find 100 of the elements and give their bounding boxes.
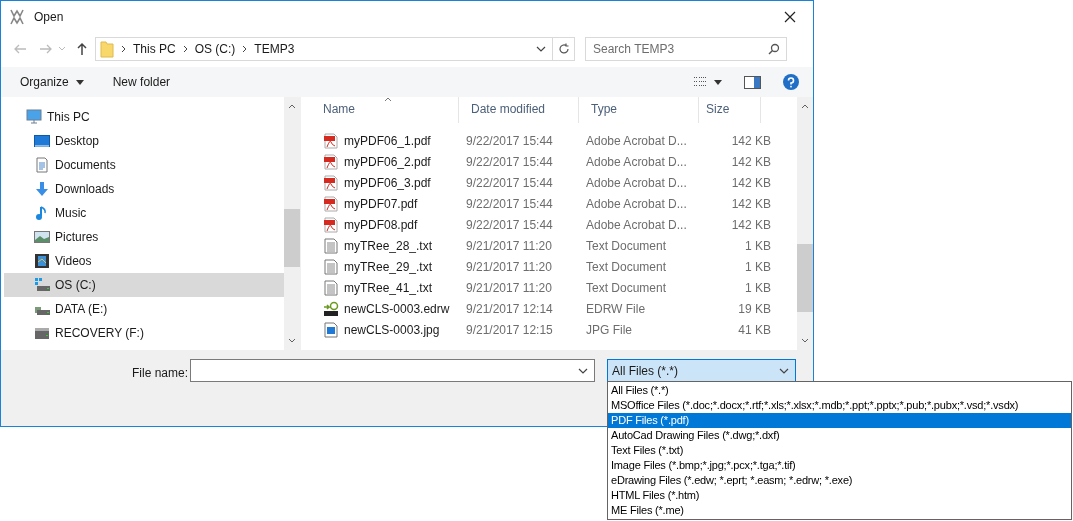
file-name[interactable]: myPDF06_2.pdf: [344, 152, 431, 171]
column-header[interactable]: Date modified: [459, 97, 579, 123]
file-name[interactable]: myPDF07.pdf: [344, 194, 418, 213]
pdf-file-icon: [323, 216, 339, 233]
table-cell: Adobe Acrobat D...: [586, 175, 687, 190]
search-box[interactable]: Search TEMP3: [585, 37, 787, 61]
table-cell: 41 KB: [738, 322, 771, 337]
file-name[interactable]: myPDF08.pdf: [344, 215, 418, 234]
table-cell: 19 KB: [738, 301, 771, 316]
folder-icon: [100, 40, 114, 58]
caret-icon: [714, 79, 722, 85]
breadcrumb[interactable]: OS (C:): [194, 40, 236, 58]
dropdown-option[interactable]: AutoCad Drawing Files (*.dwg;*.dxf): [608, 428, 1071, 443]
file-name[interactable]: myTRee_29_.txt: [344, 257, 433, 276]
table-cell: Text Document: [586, 280, 667, 295]
up-button[interactable]: [75, 42, 89, 56]
search-icon: [768, 43, 780, 55]
download-arrow-icon: [34, 181, 50, 197]
scroll-thumb[interactable]: [797, 244, 813, 312]
chevron-icon: [121, 45, 126, 53]
chevron-icon: [242, 45, 248, 53]
sidebar-item[interactable]: Music: [4, 201, 284, 225]
scroll-up-icon: [288, 104, 296, 109]
column-header[interactable]: Size: [699, 97, 761, 123]
close-icon: [784, 11, 796, 23]
dropdown-option[interactable]: PDF Files (*.pdf): [608, 413, 1071, 428]
pdf-file-icon: [323, 132, 339, 149]
file-name[interactable]: myTRee_28_.txt: [344, 236, 433, 255]
sidebar-item[interactable]: OS (C:): [4, 273, 284, 297]
column-header[interactable]: Name: [311, 97, 459, 123]
dropdown-option[interactable]: Image Files (*.bmp;*.jpg;*.pcx;*.tga;*.tif): [608, 458, 1071, 473]
scroll-down-icon: [801, 338, 809, 343]
file-name[interactable]: myPDF06_1.pdf: [344, 131, 431, 150]
text-file-icon: [323, 279, 339, 296]
sidebar-item[interactable]: DATA (E:): [4, 297, 284, 321]
sidebar-item[interactable]: Documents: [4, 153, 284, 177]
document-icon: [34, 157, 50, 173]
table-cell: 9/21/2017 11:20: [466, 259, 552, 274]
file-name[interactable]: myPDF06_3.pdf: [344, 173, 431, 192]
drive-icon: [34, 325, 50, 341]
film-icon: [34, 253, 50, 269]
app-logo-icon: [10, 9, 24, 25]
help-button[interactable]: [783, 74, 799, 90]
file-name[interactable]: myTRee_41_.txt: [344, 278, 433, 297]
dropdown-option[interactable]: Text Files (*.txt): [608, 443, 1071, 458]
dropdown-option[interactable]: eDrawing Files (*.edw; *.eprt; *.easm; *.edrw; *.exe): [608, 473, 1071, 488]
dropdown-option[interactable]: All Files (*.*): [608, 383, 1071, 398]
file-name[interactable]: newCLS-0003.jpg: [344, 320, 440, 339]
table-cell: EDRW File: [586, 301, 646, 316]
search-field[interactable]: Search TEMP3: [586, 38, 768, 60]
table-cell: 9/21/2017 11:20: [466, 238, 552, 253]
details-view-icon: [693, 76, 708, 88]
image-file-icon: [323, 321, 339, 338]
scroll-down-icon: [288, 338, 296, 343]
scrollbar[interactable]: [284, 97, 300, 350]
dropdown-option[interactable]: MSOffice Files (*.doc;*.docx;*.rtf;*.xls;*.xlsx;*.mdb;*.ppt;*.pptx;*.pub;*.pubx;*.vsd;*.vsdx): [608, 398, 1071, 413]
table-cell: 9/22/2017 15:44: [466, 133, 553, 148]
sidebar-item[interactable]: Pictures: [4, 225, 284, 249]
sidebar-item[interactable]: This PC: [4, 105, 284, 129]
sidebar-item[interactable]: Videos: [4, 249, 284, 273]
table-cell: 142 KB: [731, 217, 771, 232]
organize-menu-button[interactable]: Organize: [20, 73, 84, 91]
back-arrow-icon: [13, 42, 27, 56]
table-cell: 9/22/2017 15:44: [466, 196, 553, 211]
refresh-button[interactable]: [553, 37, 575, 61]
column-header[interactable]: Type: [579, 97, 699, 123]
dropdown-option[interactable]: HTML Files (*.htm): [608, 488, 1071, 503]
dropdown-caret-icon[interactable]: [536, 46, 546, 52]
forward-button[interactable]: [39, 42, 53, 56]
breadcrumb[interactable]: TEMP3: [254, 40, 295, 58]
file-type-dropdown[interactable]: All Files (*.*): [607, 359, 796, 382]
caret-icon: [75, 79, 84, 85]
recent-button[interactable]: [58, 46, 66, 52]
sidebar-item[interactable]: Desktop: [4, 129, 284, 153]
new-folder-button[interactable]: New folder: [112, 73, 171, 91]
table-cell: 142 KB: [731, 154, 771, 169]
breadcrumb[interactable]: This PC: [133, 40, 176, 58]
caret-icon: [58, 46, 66, 52]
preview-pane-icon: [744, 75, 761, 89]
address-bar[interactable]: This PC OS (C:) TEMP3: [95, 37, 553, 61]
scrollbar[interactable]: [797, 97, 813, 350]
file-name[interactable]: newCLS-0003.edrw: [344, 299, 450, 318]
table-cell: Adobe Acrobat D...: [586, 154, 687, 169]
scroll-thumb[interactable]: [284, 209, 300, 267]
table-cell: Text Document: [586, 259, 667, 274]
sort-caret-icon: [384, 97, 392, 102]
table-cell: 142 KB: [731, 196, 771, 211]
view-menu-button[interactable]: [693, 76, 722, 88]
sidebar-item[interactable]: RECOVERY (F:): [4, 321, 284, 345]
table-cell: Adobe Acrobat D...: [586, 196, 687, 211]
table-cell: 1 KB: [745, 238, 771, 253]
sidebar-item[interactable]: Downloads: [4, 177, 284, 201]
dropdown-caret-icon: [578, 367, 588, 374]
table-cell: 1 KB: [745, 280, 771, 295]
file-name-label: File name:: [132, 365, 190, 382]
file-name-field[interactable]: [190, 359, 595, 382]
back-button[interactable]: [13, 42, 27, 56]
dropdown-option[interactable]: ME Files (*.me): [608, 503, 1071, 518]
forward-arrow-icon: [39, 42, 53, 56]
preview-pane-button[interactable]: [744, 75, 761, 89]
